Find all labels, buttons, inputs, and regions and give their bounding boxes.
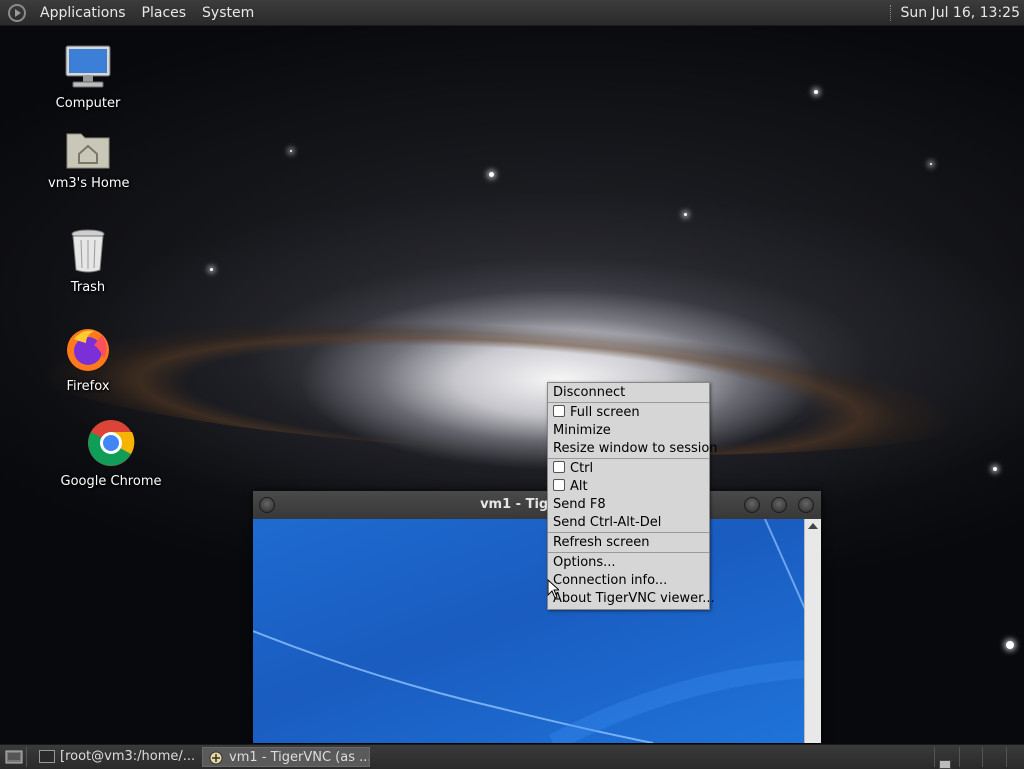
close-icon[interactable]	[798, 497, 814, 513]
menu-item-label: Ctrl	[570, 461, 594, 476]
desktop-icon-chrome[interactable]: Google Chrome	[58, 418, 164, 489]
desktop-icon-label: vm3's Home	[48, 176, 130, 191]
menu-item-label: About TigerVNC viewer...	[553, 591, 715, 606]
checkbox-icon[interactable]	[553, 461, 565, 473]
desktop-icon-label: Computer	[55, 96, 121, 111]
menu-applications[interactable]: Applications	[32, 5, 134, 21]
desktop-icon-home[interactable]: vm3's Home	[48, 128, 130, 191]
taskbar-item-tigervnc[interactable]: vm1 - TigerVNC (as ...	[202, 747, 370, 767]
star	[930, 163, 932, 165]
desktop-icon-label: Google Chrome	[60, 474, 162, 489]
menu-item-options[interactable]: Options...	[548, 554, 709, 572]
window-title: vm1 - TigerVNC	[480, 497, 594, 512]
menu-item-connection-info[interactable]: Connection info...	[548, 572, 709, 590]
menu-item-label: Resize window to session	[553, 441, 718, 456]
menu-item-disconnect[interactable]: Disconnect	[548, 384, 709, 403]
star	[684, 213, 687, 216]
menu-item-label: Full screen	[570, 405, 640, 420]
star	[489, 172, 494, 177]
terminal-icon	[39, 750, 55, 763]
menu-item-full-screen[interactable]: Full screen	[548, 404, 709, 422]
maximize-icon[interactable]	[771, 497, 787, 513]
show-desktop-icon	[5, 750, 23, 764]
menu-item-label: Refresh screen	[553, 535, 650, 550]
checkbox-icon[interactable]	[553, 479, 565, 491]
checkbox-icon[interactable]	[553, 405, 565, 417]
desktop-icon-label: Trash	[70, 280, 106, 295]
remote-wallpaper-swoosh	[253, 519, 805, 743]
mouse-pointer-icon	[547, 579, 559, 599]
tigervnc-icon	[209, 751, 223, 765]
workspace-switcher-3[interactable]	[982, 747, 1007, 767]
menu-places[interactable]: Places	[134, 5, 195, 21]
clock[interactable]: Sun Jul 16, 13:25	[901, 5, 1021, 21]
top-panel: Applications Places System Sun Jul 16, 1…	[0, 0, 1024, 26]
menu-item-label: Send F8	[553, 497, 606, 512]
taskbar-item-terminal[interactable]: [root@vm3:/home/...	[34, 747, 200, 767]
star	[210, 268, 213, 271]
menu-item-minimize[interactable]: Minimize	[548, 422, 709, 440]
menu-item-label: Disconnect	[553, 385, 626, 400]
star	[993, 467, 997, 471]
scroll-up-icon[interactable]	[808, 523, 818, 529]
taskbar-item-label: [root@vm3:/home/...	[60, 749, 196, 764]
remote-desktop-view[interactable]	[253, 519, 805, 743]
menu-item-about[interactable]: About TigerVNC viewer...	[548, 590, 715, 608]
bottom-panel: [root@vm3:/home/... vm1 - TigerVNC (as .…	[0, 744, 1024, 769]
minimize-icon[interactable]	[744, 497, 760, 513]
menu-item-label: Send Ctrl-Alt-Del	[553, 515, 662, 530]
firefox-icon	[67, 329, 109, 371]
panel-separator	[889, 4, 893, 21]
tigervnc-context-menu: Disconnect Full screen Minimize Resize w…	[547, 382, 718, 610]
menu-item-resize-window[interactable]: Resize window to session	[548, 440, 718, 459]
computer-icon	[65, 45, 111, 88]
menu-item-send-ctrl-alt-del[interactable]: Send Ctrl-Alt-Del	[548, 514, 709, 533]
chrome-icon	[88, 420, 135, 466]
trash-icon	[71, 229, 105, 273]
menu-item-label: Minimize	[553, 423, 611, 438]
show-desktop-button[interactable]	[2, 747, 27, 767]
workspace-switcher-2[interactable]	[958, 747, 983, 767]
vertical-scrollbar[interactable]	[804, 519, 821, 743]
menu-item-send-f8[interactable]: Send F8	[548, 496, 709, 514]
desktop-icon-computer[interactable]: Computer	[48, 44, 128, 111]
star	[290, 150, 292, 152]
desktop-icon-firefox[interactable]: Firefox	[48, 325, 128, 394]
menu-item-label: Options...	[553, 555, 616, 570]
workspace-switcher-1[interactable]	[934, 747, 960, 769]
menu-item-alt[interactable]: Alt	[548, 478, 709, 496]
tigervnc-window: vm1 - TigerVNC	[253, 491, 821, 743]
menu-item-refresh-screen[interactable]: Refresh screen	[548, 534, 709, 553]
desktop-icon-label: Firefox	[66, 379, 110, 394]
star	[1006, 641, 1014, 649]
menu-system[interactable]: System	[194, 5, 262, 21]
window-titlebar[interactable]: vm1 - TigerVNC	[253, 491, 821, 519]
star	[814, 90, 818, 94]
taskbar-item-label: vm1 - TigerVNC (as ...	[229, 750, 370, 765]
menu-item-label: Connection info...	[553, 573, 668, 588]
menu-item-ctrl[interactable]: Ctrl	[548, 460, 709, 478]
desktop-icon-trash[interactable]: Trash	[48, 228, 128, 295]
applications-logo-icon[interactable]	[8, 3, 26, 22]
home-folder-icon	[66, 133, 110, 169]
menu-item-label: Alt	[570, 479, 588, 494]
